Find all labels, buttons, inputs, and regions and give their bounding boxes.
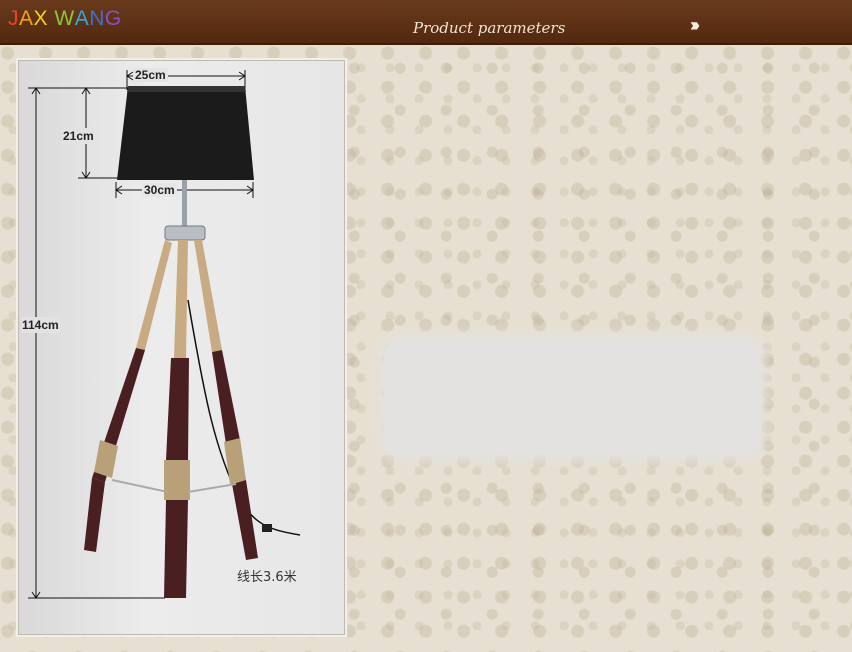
dimension-shade-height: 21cm (62, 128, 95, 144)
lamp-rod (182, 180, 187, 228)
right-leg-rope (194, 240, 222, 352)
left-leg-rope (136, 240, 172, 350)
dimension-shade-top: 25cm (133, 68, 168, 82)
dimension-shade-bottom: 30cm (142, 183, 177, 197)
plug (262, 524, 272, 532)
lamp-illustration (28, 70, 301, 599)
lamp-shade (117, 86, 254, 180)
center-leg-rope (174, 240, 188, 358)
cord-length-note: 线长3.6米 (237, 570, 297, 585)
tripod-joint (164, 225, 206, 241)
dimension-total-height: 114cm (21, 317, 60, 333)
